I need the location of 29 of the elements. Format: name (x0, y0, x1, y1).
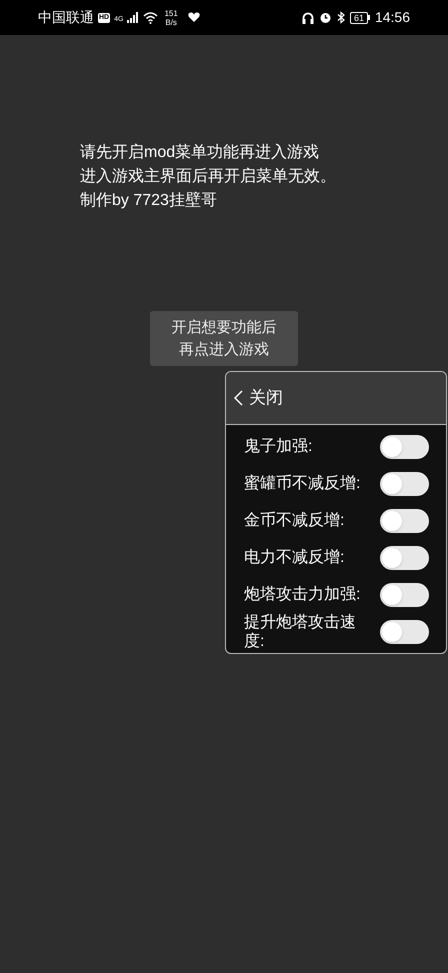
notice-text: 进入游戏主界面后再开启菜单无效。 (80, 166, 337, 187)
speed-unit: B/s (165, 18, 177, 26)
option-label: 蜜罐币不减反增: (244, 474, 362, 493)
notice-text: 制作by 7723挂壁哥 (80, 190, 218, 211)
toggle-switch[interactable] (380, 508, 429, 532)
close-menu-button[interactable]: 关闭 (226, 372, 446, 425)
battery-icon: 61 (350, 12, 370, 24)
option-label: 炮塔攻击力加强: (244, 585, 362, 604)
toggle-switch[interactable] (380, 434, 429, 458)
notice-text: 请先开启mod菜单功能再进入游戏 (80, 142, 320, 163)
toggle-switch[interactable] (380, 472, 429, 496)
alarm-icon (318, 11, 332, 24)
option-label: 提升炮塔攻击速度: (244, 613, 357, 651)
back-icon (234, 390, 243, 406)
option-label: 电力不减反增: (244, 548, 346, 567)
bluetooth-icon (336, 11, 345, 24)
toggle-switch[interactable] (380, 546, 429, 570)
option-label: 鬼子加强: (244, 437, 314, 456)
signal-icon (127, 12, 140, 23)
speed-value: 151 (164, 8, 178, 18)
clock-time: 14:56 (374, 8, 410, 27)
heart-icon (188, 12, 200, 23)
carrier-name: 中国联通 (38, 8, 94, 27)
toggle-switch[interactable] (380, 582, 429, 606)
toggle-switch[interactable] (380, 620, 429, 644)
option-label: 金币不减反增: (244, 511, 346, 530)
headphones-icon (302, 12, 314, 24)
wifi-icon (143, 12, 158, 24)
start-game-button[interactable]: 开启想要功能后 再点进入游戏 (150, 311, 298, 366)
